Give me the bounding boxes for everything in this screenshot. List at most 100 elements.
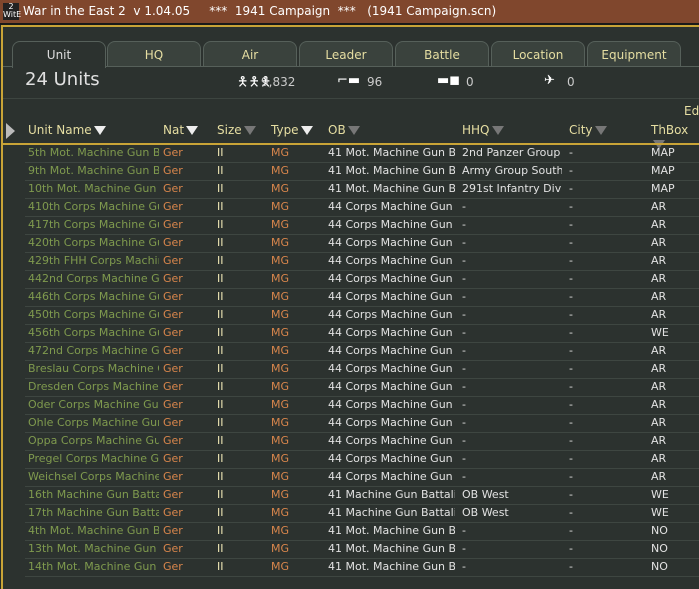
table-row[interactable]: 14th Mot. Machine Gun B Ger II MG 41 Mot. Ma… bbox=[25, 558, 699, 577]
column-label: HHQ bbox=[462, 123, 490, 137]
cell-type: MG bbox=[271, 452, 290, 465]
tab-hq[interactable]: HQ bbox=[107, 41, 201, 66]
cell-unit-name: 14th Mot. Machine Gun B bbox=[28, 560, 159, 573]
table-row[interactable]: Breslau Corps Machine G Ger II MG 44 Corps M… bbox=[25, 360, 699, 379]
table-row[interactable]: 4th Mot. Machine Gun Ba Ger II MG 41 Mot. Ma… bbox=[25, 522, 699, 541]
cell-type: MG bbox=[271, 524, 290, 537]
column-header-type[interactable]: Type bbox=[271, 123, 313, 137]
table-row[interactable]: 16th Machine Gun Battali Ger II MG 41 Machin… bbox=[25, 486, 699, 505]
cell-city: - bbox=[569, 326, 573, 339]
cell-type: MG bbox=[271, 236, 290, 249]
tank-count: 0 bbox=[466, 75, 474, 89]
cell-type: MG bbox=[271, 308, 290, 321]
tab-air[interactable]: Air bbox=[203, 41, 297, 66]
table-row[interactable]: 456th Corps Machine Gu Ger II MG 44 Corps Ma… bbox=[25, 324, 699, 343]
tab-equipment[interactable]: Equipment bbox=[587, 41, 681, 66]
cell-unit-name: Oppa Corps Machine Gu bbox=[28, 434, 159, 447]
column-header-unit-name[interactable]: Unit Name bbox=[28, 123, 106, 137]
cell-hhq: - bbox=[462, 344, 466, 357]
cell-thbox: AR bbox=[651, 254, 667, 267]
cell-unit-name: 17th Machine Gun Battali bbox=[28, 506, 159, 519]
cell-type: MG bbox=[271, 218, 290, 231]
tab-unit[interactable]: Unit bbox=[12, 41, 106, 68]
cell-thbox: AR bbox=[651, 452, 667, 465]
cell-nat: Ger bbox=[163, 524, 183, 537]
filter-icon[interactable] bbox=[243, 126, 256, 135]
table-row[interactable]: 13th Mot. Machine Gun B Ger II MG 41 Mot. Ma… bbox=[25, 540, 699, 559]
cell-unit-name: 5th Mot. Machine Gun Ba bbox=[28, 146, 159, 159]
tank-icon: ▬◼ bbox=[437, 73, 461, 88]
cell-ob: 41 Mot. Machine Gun Bat bbox=[328, 164, 455, 177]
column-label: OB bbox=[328, 123, 346, 137]
table-row[interactable]: 446th Corps Machine Gu Ger II MG 44 Corps Ma… bbox=[25, 288, 699, 307]
table-row[interactable]: 472nd Corps Machine Gu Ger II MG 44 Corps Ma… bbox=[25, 342, 699, 361]
cell-thbox: NO bbox=[651, 524, 668, 537]
table-row[interactable]: Weichsel Corps Machine Ger II MG 44 Corps Ma… bbox=[25, 468, 699, 487]
cell-thbox: AR bbox=[651, 218, 667, 231]
cell-size: II bbox=[217, 542, 224, 555]
filter-icon[interactable] bbox=[186, 126, 199, 135]
cell-ob: 44 Corps Machine Gun B bbox=[328, 380, 455, 393]
tab-location[interactable]: Location bbox=[491, 41, 585, 66]
expand-arrow-icon[interactable] bbox=[6, 123, 15, 139]
cell-size: II bbox=[217, 524, 224, 537]
filter-icon[interactable] bbox=[300, 126, 313, 135]
cell-unit-name: 10th Mot. Machine Gun B bbox=[28, 182, 159, 195]
app-logo-icon: 2 WitE bbox=[3, 2, 22, 20]
cell-hhq: - bbox=[462, 308, 466, 321]
table-row[interactable]: 410th Corps Machine Gu Ger II MG 44 Corps Ma… bbox=[25, 198, 699, 217]
table-row[interactable]: Dresden Corps Machine Ger II MG 44 Corps Mac… bbox=[25, 378, 699, 397]
table-row[interactable]: 442nd Corps Machine Gu Ger II MG 44 Corps Ma… bbox=[25, 270, 699, 289]
table-row[interactable]: 5th Mot. Machine Gun Ba Ger II MG 41 Mot. Ma… bbox=[25, 144, 699, 163]
table-row[interactable]: Oppa Corps Machine Gu Ger II MG 44 Corps Mac… bbox=[25, 432, 699, 451]
cell-city: - bbox=[569, 146, 573, 159]
column-header-hhq[interactable]: HHQ bbox=[462, 123, 504, 137]
tab-leader[interactable]: Leader bbox=[299, 41, 393, 66]
table-row[interactable]: Pregel Corps Machine Gu Ger II MG 44 Corps M… bbox=[25, 450, 699, 469]
cell-size: II bbox=[217, 488, 224, 501]
table-row[interactable]: 417th Corps Machine Gu Ger II MG 44 Corps Ma… bbox=[25, 216, 699, 235]
cell-unit-name: Breslau Corps Machine G bbox=[28, 362, 159, 375]
filter-icon[interactable] bbox=[594, 126, 607, 135]
cell-type: MG bbox=[271, 380, 290, 393]
table-row[interactable]: Ohle Corps Machine Gun Ger II MG 44 Corps Ma… bbox=[25, 414, 699, 433]
cell-city: - bbox=[569, 434, 573, 447]
unit-count: 24 Units bbox=[25, 69, 100, 90]
tab-battle[interactable]: Battle bbox=[395, 41, 489, 66]
cell-city: - bbox=[569, 182, 573, 195]
cell-type: MG bbox=[271, 560, 290, 573]
table-row[interactable]: 420th Corps Machine Gu Ger II MG 44 Corps Ma… bbox=[25, 234, 699, 253]
cell-size: II bbox=[217, 326, 224, 339]
table-row[interactable]: Oder Corps Machine Gun Ger II MG 44 Corps Ma… bbox=[25, 396, 699, 415]
column-header-ob[interactable]: OB bbox=[328, 123, 360, 137]
cell-nat: Ger bbox=[163, 560, 183, 573]
cell-size: II bbox=[217, 416, 224, 429]
cell-unit-name: 429th FHH Corps Machin bbox=[28, 254, 159, 267]
filter-icon[interactable] bbox=[93, 126, 106, 135]
cell-ob: 44 Corps Machine Gun B bbox=[328, 272, 455, 285]
column-label: Type bbox=[271, 123, 299, 137]
filter-icon[interactable] bbox=[491, 126, 504, 135]
cell-unit-name: Ohle Corps Machine Gun bbox=[28, 416, 159, 429]
table-row[interactable]: 450th Corps Machine Gu Ger II MG 44 Corps Ma… bbox=[25, 306, 699, 325]
cell-nat: Ger bbox=[163, 470, 183, 483]
column-label: ThBox bbox=[651, 123, 689, 137]
cell-city: - bbox=[569, 398, 573, 411]
column-header-nat[interactable]: Nat bbox=[163, 123, 199, 137]
filter-icon[interactable] bbox=[347, 126, 360, 135]
table-row[interactable]: 17th Machine Gun Battali Ger II MG 41 Machin… bbox=[25, 504, 699, 523]
cell-size: II bbox=[217, 560, 224, 573]
column-header-size[interactable]: Size bbox=[217, 123, 256, 137]
cell-city: - bbox=[569, 344, 573, 357]
column-header-city[interactable]: City bbox=[569, 123, 607, 137]
cell-hhq: - bbox=[462, 326, 466, 339]
cell-unit-name: 442nd Corps Machine Gu bbox=[28, 272, 159, 285]
table-row[interactable]: 10th Mot. Machine Gun B Ger II MG 41 Mot. Ma… bbox=[25, 180, 699, 199]
table-row[interactable]: 429th FHH Corps Machin Ger II MG 44 Corps Ma… bbox=[25, 252, 699, 271]
table-row[interactable]: 9th Mot. Machine Gun Ba Ger II MG 41 Mot. Ma… bbox=[25, 162, 699, 181]
cell-nat: Ger bbox=[163, 506, 183, 519]
cell-ob: 44 Corps Machine Gun B bbox=[328, 398, 455, 411]
cell-unit-name: 417th Corps Machine Gu bbox=[28, 218, 159, 231]
cell-hhq: - bbox=[462, 524, 466, 537]
cell-nat: Ger bbox=[163, 416, 183, 429]
